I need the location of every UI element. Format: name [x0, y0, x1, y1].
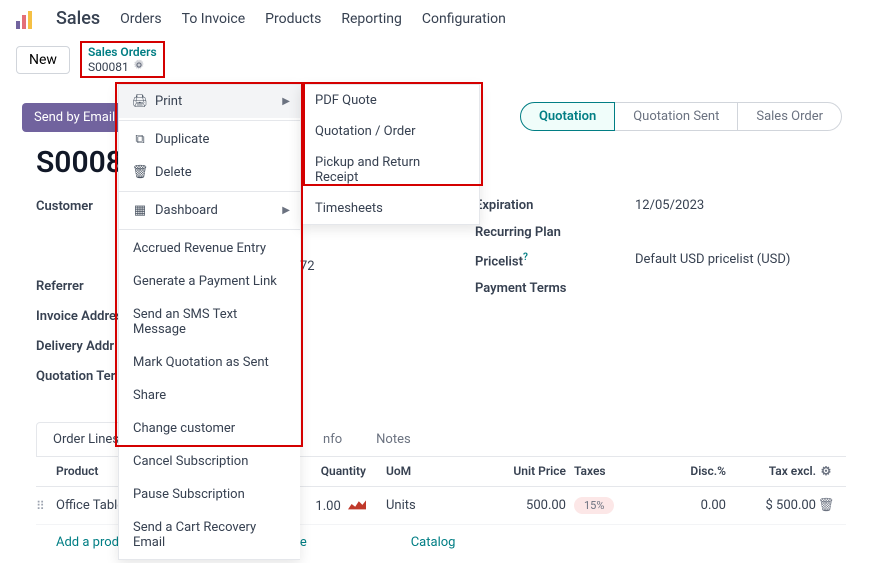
drag-handle-icon[interactable]: ⠿	[36, 499, 56, 513]
menu-delete[interactable]: 🗑Delete	[119, 156, 300, 189]
breadcrumb-id: S00081	[88, 60, 129, 74]
nav-products[interactable]: Products	[265, 11, 321, 27]
tax-badge[interactable]: 15%	[574, 497, 614, 514]
cell-quantity[interactable]: 1.00	[296, 498, 366, 514]
gear-icon[interactable]	[133, 59, 145, 74]
forecast-icon[interactable]	[348, 498, 366, 510]
menu-pause-subscription[interactable]: Pause Subscription	[119, 478, 300, 511]
nav-configuration[interactable]: Configuration	[422, 11, 506, 27]
submenu-timesheets[interactable]: Timesheets	[301, 193, 479, 224]
menu-dashboard[interactable]: ▦Dashboard▶	[119, 194, 300, 227]
submenu-pickup-return[interactable]: Pickup and Return Receipt	[301, 147, 479, 193]
submenu-pdf-quote[interactable]: PDF Quote	[301, 85, 479, 116]
print-submenu: PDF Quote Quotation / Order Pickup and R…	[300, 84, 480, 225]
subheader: New Sales Orders S00081	[0, 37, 872, 88]
label-delivery-address: Delivery Addr	[36, 339, 114, 354]
label-referrer: Referrer	[36, 279, 84, 294]
cell-unit-price[interactable]: 500.00	[456, 498, 566, 513]
menu-duplicate[interactable]: ⧉Duplicate	[119, 123, 300, 156]
page-title: S0008	[36, 145, 123, 180]
nav-orders[interactable]: Orders	[120, 11, 162, 27]
col-disc: Disc.%	[646, 464, 726, 478]
menu-share[interactable]: Share	[119, 379, 300, 412]
send-email-button[interactable]: Send by Email	[22, 103, 127, 132]
fields-right: Expiration 12/05/2023 Recurring Plan Pri…	[475, 198, 790, 308]
label-invoice-address: Invoice Addres	[36, 309, 123, 324]
help-icon[interactable]: ?	[523, 252, 528, 263]
label-pricelist: Pricelist?	[475, 252, 595, 269]
actions-menu: 🖨Print▶ ⧉Duplicate 🗑Delete ▦Dashboard▶ A…	[118, 84, 300, 560]
status-quotation-sent[interactable]: Quotation Sent	[614, 102, 738, 131]
list-settings-icon[interactable]: ⚙	[816, 464, 836, 478]
col-tax-excl: Tax excl.	[726, 464, 816, 478]
menu-cart-recovery[interactable]: Send a Cart Recovery Email	[119, 511, 300, 559]
status-quotation[interactable]: Quotation	[520, 102, 615, 131]
value-expiration[interactable]: 12/05/2023	[635, 198, 704, 213]
submenu-quotation-order[interactable]: Quotation / Order	[301, 116, 479, 147]
breadcrumb-current: S00081	[88, 59, 157, 74]
app-name[interactable]: Sales	[56, 8, 100, 29]
top-nav: Sales Orders To Invoice Products Reporti…	[0, 0, 872, 37]
nav-reporting[interactable]: Reporting	[341, 11, 402, 27]
catalog-link[interactable]: Catalog	[411, 535, 456, 550]
cell-taxes[interactable]: 15%	[566, 497, 646, 514]
chevron-right-icon: ▶	[282, 205, 290, 216]
label-customer: Customer	[36, 199, 93, 214]
menu-mark-sent[interactable]: Mark Quotation as Sent	[119, 346, 300, 379]
menu-cancel-subscription[interactable]: Cancel Subscription	[119, 445, 300, 478]
new-button[interactable]: New	[16, 46, 70, 74]
breadcrumb: Sales Orders S00081	[80, 41, 165, 78]
cell-tax-excl: $ 500.00	[726, 498, 816, 513]
value-pricelist[interactable]: Default USD pricelist (USD)	[635, 252, 790, 269]
cell-uom[interactable]: Units	[366, 498, 456, 513]
tab-notes[interactable]: Notes	[359, 422, 428, 456]
col-uom: UoM	[366, 464, 456, 478]
dashboard-icon: ▦	[133, 203, 147, 218]
cell-disc[interactable]: 0.00	[646, 498, 726, 513]
print-icon: 🖨	[133, 94, 147, 109]
copy-icon: ⧉	[133, 132, 147, 147]
trash-icon: 🗑	[133, 165, 147, 180]
status-bar: Quotation Quotation Sent Sales Order	[521, 102, 842, 131]
breadcrumb-parent[interactable]: Sales Orders	[88, 45, 157, 59]
label-expiration: Expiration	[475, 198, 595, 213]
menu-send-sms[interactable]: Send an SMS Text Message	[119, 298, 300, 346]
col-quantity: Quantity	[296, 464, 366, 478]
chevron-right-icon: ▶	[282, 96, 290, 107]
menu-generate-payment-link[interactable]: Generate a Payment Link	[119, 265, 300, 298]
menu-change-customer[interactable]: Change customer	[119, 412, 300, 445]
partial-value: 72	[300, 259, 315, 274]
delete-row-icon[interactable]: 🗑	[816, 498, 836, 513]
menu-accrued-revenue[interactable]: Accrued Revenue Entry	[119, 232, 300, 265]
label-payment-terms: Payment Terms	[475, 281, 595, 296]
tab-info[interactable]: nfo	[306, 422, 359, 456]
col-taxes: Taxes	[566, 464, 646, 478]
fields-left: Customer Referrer Invoice Addres Deliver…	[36, 198, 123, 398]
app-icon	[16, 9, 36, 29]
label-quotation-template: Quotation Ter	[36, 369, 115, 384]
col-unit-price: Unit Price	[456, 464, 566, 478]
status-sales-order[interactable]: Sales Order	[737, 102, 842, 131]
menu-print[interactable]: 🖨Print▶	[119, 85, 300, 118]
label-recurring-plan: Recurring Plan	[475, 225, 595, 240]
nav-to-invoice[interactable]: To Invoice	[182, 11, 246, 27]
